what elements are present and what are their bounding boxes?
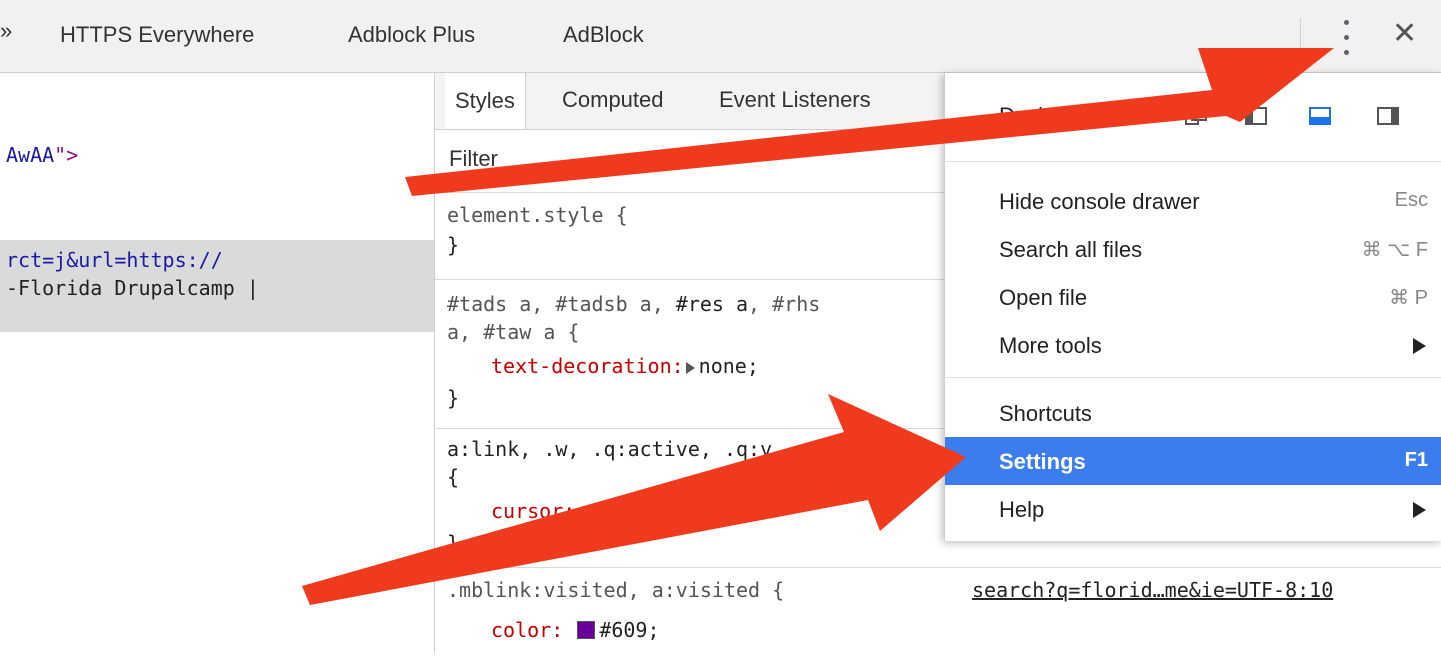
menu-item-shortcut: ⌘ ⌥ F: [1361, 239, 1428, 261]
tag-close: ">: [54, 143, 79, 167]
menu-item-label: More tools: [999, 333, 1102, 358]
rule-close-brace: }: [447, 233, 460, 257]
dock-side-label: Dock side: [999, 103, 1096, 128]
selected-dom-node[interactable]: rct=j&url=https:// -Florida Drupalcamp |: [0, 240, 434, 332]
property-value: #609;: [599, 618, 660, 642]
color-swatch[interactable]: [577, 621, 596, 639]
dom-node-url: rct=j&url=https://: [6, 248, 223, 272]
undock-icon[interactable]: [1185, 107, 1207, 125]
menu-item-label: Shortcuts: [999, 401, 1092, 426]
menu-item-shortcut: ⌘ P: [1389, 287, 1428, 309]
rule-close-brace: }: [447, 531, 460, 555]
property-name: color: [491, 618, 552, 642]
rule-close-brace: }: [447, 386, 460, 410]
rule-source-link[interactable]: search?q=florid…me&ie=UTF-8:10: [972, 578, 1333, 602]
rule-selector-cont: a, #taw a {: [447, 320, 580, 344]
rule-selector[interactable]: #tads a, #tadsb a, #res a, #rhs: [447, 292, 820, 316]
rule-selector[interactable]: a:link, .w, .q:active, .q:v: [447, 437, 772, 461]
tab-https-everywhere[interactable]: HTTPS Everywhere: [60, 22, 254, 48]
submenu-arrow-icon: [1413, 502, 1426, 518]
menu-item-shortcut: F1: [1404, 449, 1428, 471]
dock-bottom-icon[interactable]: [1309, 107, 1331, 125]
filter-input[interactable]: Filter: [449, 146, 498, 172]
selector-part: , #rhs: [748, 292, 821, 316]
menu-item-search-all-files[interactable]: Search all files ⌘ ⌥ F: [945, 225, 1441, 273]
attribute-value: AwAA: [6, 143, 55, 167]
rule-open-brace: {: [447, 465, 460, 489]
menu-item-shortcuts[interactable]: Shortcuts: [945, 389, 1441, 437]
elements-tree[interactable]: AwAA"> rct=j&url=https:// -Florida Drupa…: [0, 73, 434, 653]
property-name: cursor: [491, 499, 564, 523]
style-declaration[interactable]: color: #609;: [491, 618, 660, 642]
selector-match: #res a: [675, 292, 749, 316]
menu-item-open-file[interactable]: Open file ⌘ P: [945, 273, 1441, 321]
close-icon[interactable]: ✕: [1392, 16, 1417, 51]
tab-styles[interactable]: Styles: [445, 73, 526, 129]
menu-item-label: Hide console drawer: [999, 189, 1200, 214]
menu-item-label: Search all files: [999, 237, 1143, 262]
dock-right-icon[interactable]: [1377, 107, 1399, 125]
submenu-arrow-icon: [1413, 338, 1426, 354]
rule-selector[interactable]: element.style {: [447, 203, 628, 227]
tab-event-listeners[interactable]: Event Listeners: [719, 87, 871, 113]
menu-separator: [945, 377, 1441, 378]
style-rule-visited: .mblink:visited, a:visited { search?q=fl…: [435, 568, 1441, 658]
rule-selector[interactable]: .mblink:visited, a:visited {: [447, 578, 784, 602]
dom-node-line[interactable]: AwAA">: [6, 143, 78, 167]
dom-node-text: -Florida Drupalcamp |: [6, 276, 259, 300]
expand-triangle-icon[interactable]: [685, 361, 695, 374]
tab-computed[interactable]: Computed: [562, 87, 664, 113]
menu-item-more-tools[interactable]: More tools: [945, 321, 1441, 369]
kebab-menu-icon[interactable]: [1336, 18, 1356, 58]
style-declaration[interactable]: cursor: pointer;: [491, 499, 684, 523]
more-tabs-chevron-icon[interactable]: »: [0, 18, 12, 44]
tab-adblock-plus[interactable]: Adblock Plus: [348, 22, 475, 48]
style-declaration[interactable]: text-decoration: none;: [491, 354, 759, 378]
devtools-overflow-menu: Dock side Hide console drawer Esc Search…: [944, 73, 1441, 541]
menu-item-label: Open file: [999, 285, 1088, 310]
dock-left-icon[interactable]: [1245, 107, 1267, 125]
menu-item-hide-console-drawer[interactable]: Hide console drawer Esc: [945, 177, 1441, 225]
dock-side-row: Dock side: [945, 73, 1441, 162]
extension-tab-bar: » HTTPS Everywhere Adblock Plus AdBlock …: [0, 0, 1441, 73]
property-value: pointer;: [587, 499, 684, 523]
toolbar-divider: [1300, 18, 1301, 54]
menu-item-shortcut: Esc: [1394, 189, 1428, 211]
menu-item-label: Settings: [999, 449, 1086, 474]
menu-item-label: Help: [999, 497, 1045, 522]
selector-part: #tads a, #tadsb a,: [447, 292, 676, 316]
property-value: none;: [698, 354, 759, 378]
menu-item-help[interactable]: Help: [945, 485, 1441, 533]
menu-item-settings[interactable]: Settings F1: [945, 437, 1441, 485]
property-name: text-decoration: [491, 354, 672, 378]
tab-adblock[interactable]: AdBlock: [563, 22, 644, 48]
